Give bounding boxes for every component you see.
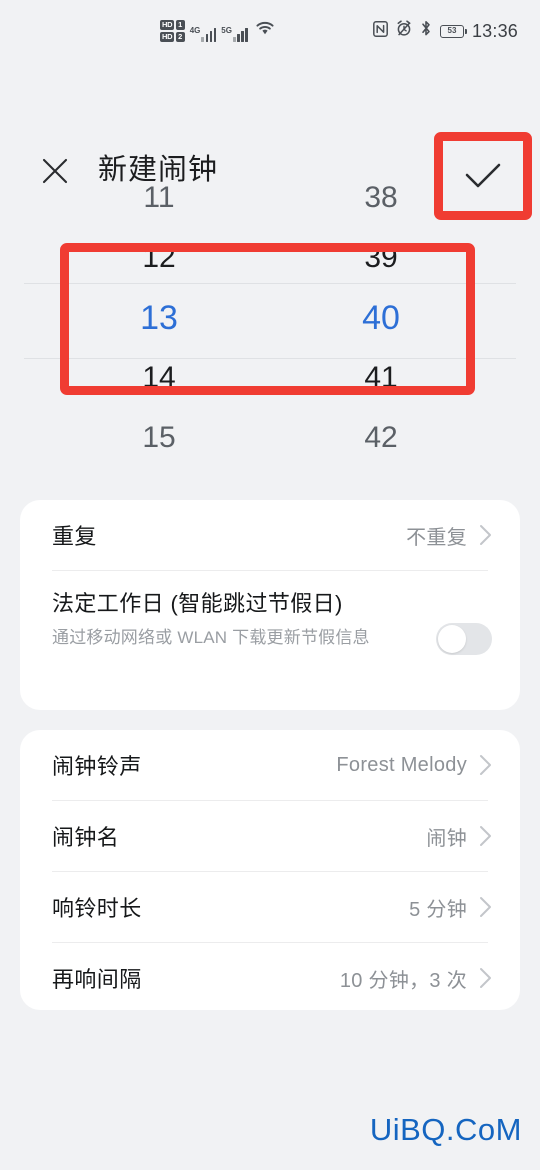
row-label: 闹钟铃声 [52, 754, 142, 779]
chevron-right-icon [480, 968, 491, 988]
hd-badge-icon: HD [160, 31, 175, 42]
minute-option-selected[interactable]: 40 [246, 288, 516, 348]
alarm-muted-icon [396, 20, 412, 42]
network-type-label: 5G [221, 26, 232, 35]
row-value: 闹钟 [426, 827, 467, 850]
chevron-right-icon [480, 826, 491, 846]
sim2-hd-indicator: HD 2 [160, 32, 185, 42]
status-bar-right-icons: 53 13:36 [373, 20, 518, 42]
app-header: 新建闹钟 [0, 62, 540, 220]
legal-workday-toggle[interactable] [436, 623, 492, 655]
watermark: UiBQ.CoM [369, 1112, 522, 1147]
row-repeat[interactable]: 重复 不重复 [20, 500, 520, 570]
row-repeat-right: 不重复 [406, 521, 492, 550]
row-label: 再响间隔 [52, 967, 142, 992]
chevron-right-icon [480, 755, 491, 775]
minute-option[interactable]: 42 [246, 408, 516, 468]
row-right: 10 分钟，3 次 [340, 964, 492, 993]
chevron-right-icon [480, 525, 491, 545]
row-label: 闹钟名 [52, 825, 120, 850]
minute-wheel[interactable]: 38 39 40 41 42 [246, 168, 516, 468]
row-value: 10 分钟，3 次 [339, 969, 467, 992]
row-legal-workday-text: 法定工作日 (智能跳过节假日) 通过移动网络或 WLAN 下载更新节假信息 [52, 585, 424, 651]
signal-bars-icon [232, 27, 248, 42]
battery-icon: 53 [439, 24, 467, 38]
row-label: 响铃时长 [52, 896, 142, 921]
nfc-icon [373, 20, 388, 42]
alarm-settings-card: 闹钟铃声 Forest Melody 闹钟名 闹钟 响铃时长 5 分钟 再响间隔 [20, 730, 520, 1010]
picker-selection-line-bottom [24, 358, 516, 359]
row-right: 5 分钟 [409, 893, 492, 922]
status-bar: HD 1 HD 2 4G 5G 53 13:36 [0, 0, 540, 62]
minute-option[interactable]: 41 [246, 348, 516, 408]
bluetooth-icon [420, 20, 432, 42]
volte-hd-indicators: HD 1 HD 2 [160, 20, 185, 42]
network-type-label: 4G [189, 26, 201, 35]
toggle-knob [438, 625, 466, 653]
sim1-number: 1 [175, 20, 185, 30]
sim1-hd-indicator: HD 1 [160, 20, 185, 30]
time-picker[interactable]: 11 12 13 14 15 38 39 40 41 42 [0, 168, 540, 468]
row-right: 闹钟 [426, 822, 492, 851]
signal-sim1: 4G [190, 26, 217, 42]
battery-level-label: 53 [447, 26, 457, 35]
row-value: 5 分钟 [409, 898, 467, 921]
wifi-icon [255, 21, 275, 41]
status-bar-left-icons: HD 1 HD 2 4G 5G [160, 20, 275, 42]
signal-sim2: 5G [221, 26, 248, 42]
row-legal-workday[interactable]: 法定工作日 (智能跳过节假日) 通过移动网络或 WLAN 下载更新节假信息 [20, 571, 520, 699]
row-snooze-interval[interactable]: 再响间隔 10 分钟，3 次 [20, 943, 520, 1010]
row-legal-workday-subtitle: 通过移动网络或 WLAN 下载更新节假信息 [52, 628, 370, 647]
picker-selection-line-top [24, 283, 516, 284]
row-right: Forest Melody [336, 754, 492, 777]
row-value: Forest Melody [336, 753, 467, 776]
row-ring-duration[interactable]: 响铃时长 5 分钟 [20, 872, 520, 942]
row-alarm-name[interactable]: 闹钟名 闹钟 [20, 801, 520, 871]
chevron-right-icon [480, 897, 491, 917]
minute-option[interactable]: 39 [246, 228, 516, 288]
signal-bars-icon [201, 27, 217, 42]
row-legal-workday-title: 法定工作日 (智能跳过节假日) [52, 591, 343, 616]
repeat-settings-card: 重复 不重复 法定工作日 (智能跳过节假日) 通过移动网络或 WLAN 下载更新… [20, 500, 520, 710]
row-repeat-label: 重复 [52, 524, 97, 549]
status-bar-clock: 13:36 [471, 20, 518, 41]
row-alarm-ringtone[interactable]: 闹钟铃声 Forest Melody [20, 730, 520, 800]
sim2-number: 2 [175, 32, 185, 42]
row-repeat-value: 不重复 [406, 526, 467, 549]
hd-badge-icon: HD [160, 19, 175, 30]
minute-option[interactable]: 38 [246, 168, 516, 228]
